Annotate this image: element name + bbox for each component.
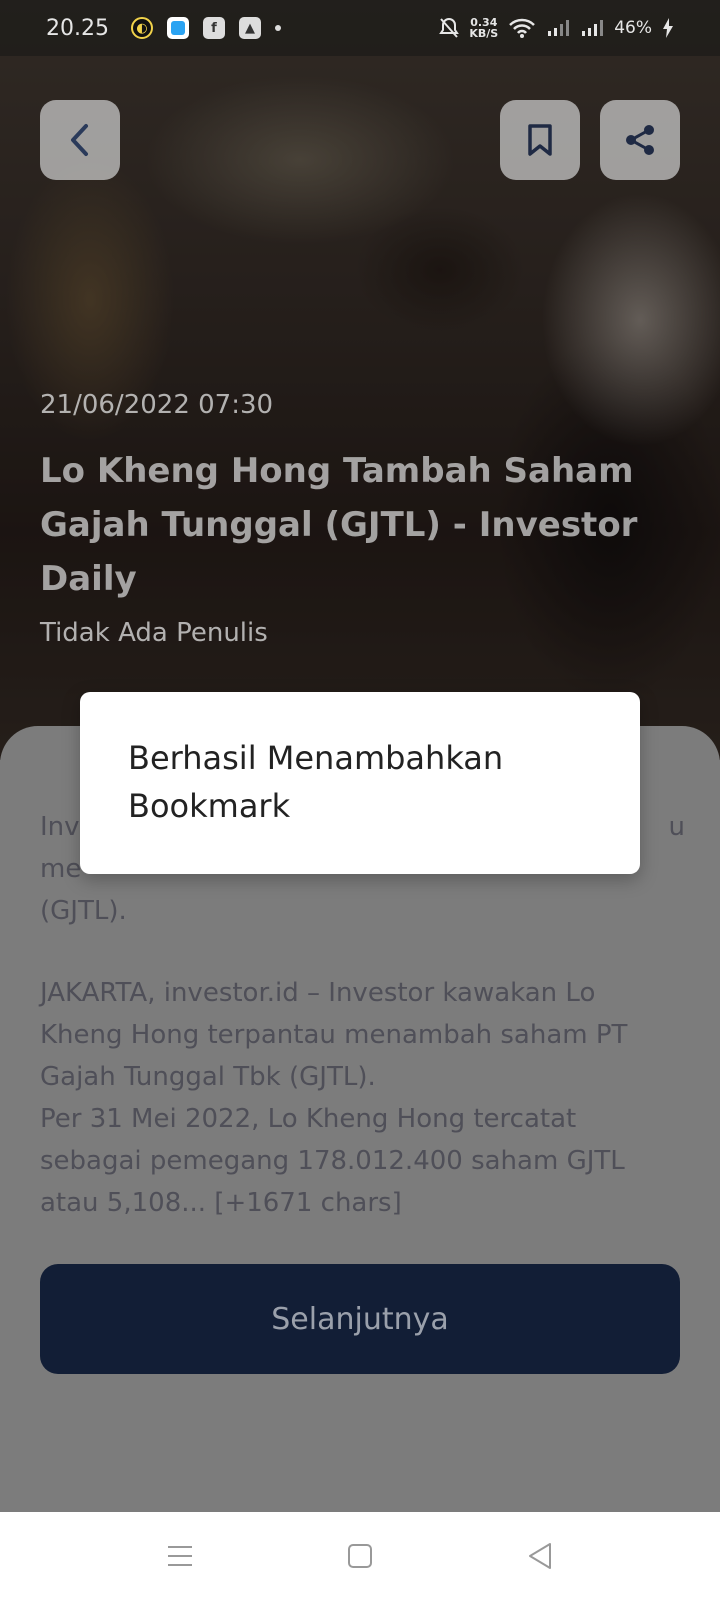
article-date: 21/06/2022 07:30	[40, 390, 274, 420]
summary-line-end: u	[668, 812, 685, 842]
signal-icon	[548, 20, 570, 36]
chevron-left-icon	[71, 124, 88, 156]
app-notification-icon: ◐	[130, 17, 153, 39]
charging-icon	[663, 18, 673, 38]
share-icon	[626, 125, 654, 155]
article-title: Lo Kheng Hong Tambah Saham Gajah Tunggal…	[40, 451, 638, 599]
status-bar: 20.25 ◐ f ▲ 0.34 KB/S 46%	[0, 0, 720, 56]
summary-line: (GJTL).	[40, 896, 127, 926]
app-notification-icon	[166, 17, 189, 39]
system-status: 0.34 KB/S 46%	[439, 17, 674, 39]
mute-icon	[439, 17, 460, 38]
share-button[interactable]	[600, 100, 680, 180]
article-paragraph: Per 31 Mei 2022, Lo Kheng Hong tercatat …	[40, 1104, 625, 1218]
article-header: 21/06/2022 07:30 Lo Kheng Hong Tambah Sa…	[40, 390, 680, 648]
notification-icons: ◐ f ▲	[130, 17, 281, 39]
article-paragraph: JAKARTA, investor.id – Investor kawakan …	[40, 978, 628, 1092]
bookmark-toast: Berhasil Menambahkan Bookmark	[80, 692, 640, 874]
status-time: 20.25	[46, 15, 109, 41]
square-icon	[348, 1544, 372, 1568]
triangle-back-icon	[529, 1543, 551, 1569]
battery-level: 46%	[614, 18, 652, 38]
navigation-bar	[0, 1512, 720, 1600]
shopping-bag-icon: ▲	[238, 17, 261, 39]
summary-line-start: Inv	[40, 812, 80, 842]
facebook-icon: f	[202, 17, 225, 39]
recent-apps-button[interactable]	[160, 1536, 200, 1576]
next-button[interactable]: Selanjutnya	[40, 1264, 680, 1374]
wifi-icon	[509, 18, 536, 38]
back-nav-button[interactable]	[520, 1536, 560, 1576]
bookmark-icon	[528, 124, 552, 156]
home-button[interactable]	[340, 1536, 380, 1576]
network-speed-unit: KB/S	[469, 27, 499, 40]
article-author: Tidak Ada Penulis	[40, 618, 268, 648]
signal-icon	[582, 20, 604, 36]
back-button[interactable]	[40, 100, 120, 180]
menu-icon	[168, 1546, 192, 1566]
bookmark-button[interactable]	[500, 100, 580, 180]
network-speed: 0.34 KB/S	[469, 17, 498, 39]
more-notifications-dot	[274, 25, 281, 31]
toast-message: Berhasil Menambahkan Bookmark	[128, 739, 504, 825]
